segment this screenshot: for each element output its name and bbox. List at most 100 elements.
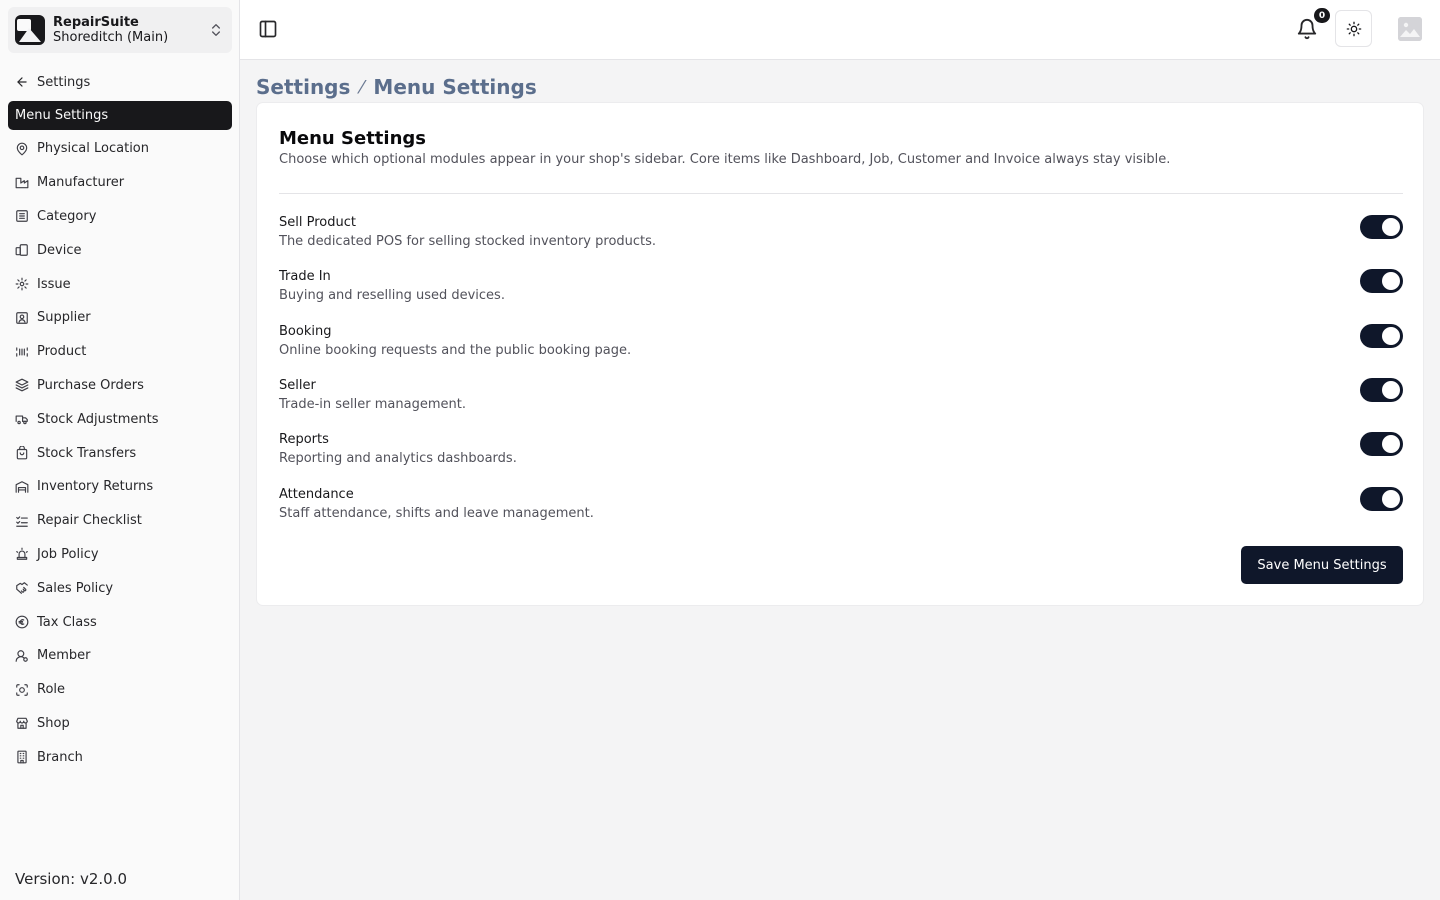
sidebar-item-issue[interactable]: Issue bbox=[8, 267, 232, 301]
sidebar-item-device[interactable]: Device bbox=[8, 233, 232, 267]
option-attendance: Attendance Staff attendance, shifts and … bbox=[279, 487, 1403, 527]
layers-icon bbox=[15, 379, 29, 392]
shop-logo bbox=[15, 15, 45, 45]
back-to-settings-link[interactable]: Settings bbox=[15, 72, 90, 92]
user-avatar[interactable] bbox=[1398, 17, 1422, 41]
sidebar-item-stock-adjustments[interactable]: Stock Adjustments bbox=[8, 402, 232, 436]
option-label: Seller bbox=[279, 378, 316, 393]
option-description: The dedicated POS for selling stocked in… bbox=[279, 234, 657, 249]
card-description: Choose which optional modules appear in … bbox=[279, 152, 1171, 167]
barcode-icon bbox=[16, 347, 28, 357]
menu-settings-card: Menu Settings Choose which optional modu… bbox=[256, 102, 1424, 606]
back-link-label: Settings bbox=[37, 74, 91, 90]
contact-icon bbox=[16, 312, 28, 324]
sidebar-item-label: Branch bbox=[37, 749, 83, 765]
sidebar-item-member[interactable]: Member bbox=[8, 639, 232, 673]
sidebar-item-label: Repair Checklist bbox=[37, 513, 142, 529]
option-sell-product: Sell Product The dedicated POS for selli… bbox=[279, 215, 1403, 255]
save-menu-settings-button[interactable]: Save Menu Settings bbox=[1241, 546, 1403, 584]
app-version: Version: v2.0.0 bbox=[15, 870, 128, 888]
shop-switcher[interactable]: RepairSuite Shoreditch (Main) bbox=[8, 7, 232, 53]
toggle-knob bbox=[1382, 490, 1400, 508]
top-header: 0 bbox=[240, 0, 1440, 60]
device-icon bbox=[15, 244, 28, 257]
option-label: Reports bbox=[279, 432, 329, 447]
sell-product-toggle[interactable] bbox=[1360, 215, 1403, 239]
handshake-icon bbox=[16, 582, 28, 595]
warehouse-icon bbox=[15, 481, 29, 493]
option-seller: Seller Trade-in seller management. bbox=[279, 378, 1403, 418]
card-title: Menu Settings bbox=[279, 128, 426, 149]
sidebar-item-label: Stock Adjustments bbox=[37, 411, 159, 427]
theme-toggle-button[interactable] bbox=[1335, 10, 1372, 47]
sidebar-item-label: Shop bbox=[37, 715, 70, 731]
sidebar-item-label: Job Policy bbox=[37, 546, 99, 562]
sidebar-item-label: Sales Policy bbox=[37, 580, 114, 596]
bag-icon bbox=[16, 446, 28, 460]
option-trade-in: Trade In Buying and reselling used devic… bbox=[279, 269, 1403, 309]
arrow-left-icon bbox=[17, 77, 27, 87]
option-description: Trade-in seller management. bbox=[279, 397, 466, 412]
sidebar: RepairSuite Shoreditch (Main) Settings M… bbox=[0, 0, 240, 900]
sidebar-item-label: Purchase Orders bbox=[37, 377, 144, 393]
sidebar-item-label: Stock Transfers bbox=[37, 445, 137, 461]
sidebar-item-sales-policy[interactable]: Sales Policy bbox=[8, 571, 232, 605]
sidebar-item-branch[interactable]: Branch bbox=[8, 740, 232, 774]
sidebar-item-role[interactable]: Role bbox=[8, 673, 232, 707]
sidebar-item-repair-checklist[interactable]: Repair Checklist bbox=[8, 504, 232, 538]
checklist-icon bbox=[16, 515, 28, 527]
bell-icon[interactable] bbox=[1296, 18, 1318, 40]
option-reports: Reports Reporting and analytics dashboar… bbox=[279, 432, 1403, 472]
attendance-toggle[interactable] bbox=[1360, 487, 1403, 511]
option-label: Trade In bbox=[279, 269, 331, 284]
option-booking: Booking Online booking requests and the … bbox=[279, 324, 1403, 364]
sidebar-item-label: Role bbox=[37, 682, 66, 698]
option-label: Attendance bbox=[279, 487, 354, 502]
sidebar-item-label: Device bbox=[37, 242, 82, 258]
toggle-knob bbox=[1382, 218, 1400, 236]
sidebar-item-inventory-returns[interactable]: Inventory Returns bbox=[8, 470, 232, 504]
factory-icon bbox=[15, 177, 29, 188]
toggle-knob bbox=[1382, 435, 1400, 453]
shop-branch: Shoreditch (Main) bbox=[53, 30, 169, 45]
sidebar-item-tax-class[interactable]: Tax Class bbox=[8, 605, 232, 639]
sidebar-item-label: Category bbox=[37, 208, 97, 224]
euro-icon bbox=[15, 615, 29, 629]
breadcrumb: Settings ⁄ Menu Settings bbox=[256, 75, 537, 99]
toggle-knob bbox=[1382, 272, 1400, 290]
sidebar-item-label: Member bbox=[37, 648, 91, 664]
trade-in-toggle[interactable] bbox=[1360, 269, 1403, 293]
sidebar-item-product[interactable]: Product bbox=[8, 335, 232, 369]
scan-face-icon bbox=[16, 683, 28, 696]
booking-toggle[interactable] bbox=[1360, 324, 1403, 348]
sidebar-item-manufacturer[interactable]: Manufacturer bbox=[8, 166, 232, 200]
option-label: Booking bbox=[279, 324, 332, 339]
building-icon bbox=[17, 750, 27, 764]
sidebar-item-purchase-orders[interactable]: Purchase Orders bbox=[8, 369, 232, 403]
sidebar-item-stock-transfers[interactable]: Stock Transfers bbox=[8, 436, 232, 470]
option-description: Online booking requests and the public b… bbox=[279, 343, 632, 358]
map-pin-icon bbox=[16, 142, 28, 156]
shop-name: RepairSuite bbox=[53, 15, 139, 30]
sidebar-item-label: Product bbox=[37, 344, 87, 360]
sidebar-item-label: Menu Settings bbox=[15, 108, 109, 123]
sidebar-toggle-icon[interactable] bbox=[258, 19, 278, 39]
breadcrumb-current: Menu Settings bbox=[373, 75, 537, 99]
sidebar-item-job-policy[interactable]: Job Policy bbox=[8, 538, 232, 572]
chevrons-up-down-icon bbox=[212, 24, 220, 36]
sidebar-item-physical-location[interactable]: Physical Location bbox=[8, 132, 232, 166]
sidebar-item-menu-settings[interactable]: Menu Settings bbox=[8, 101, 232, 130]
sidebar-item-label: Inventory Returns bbox=[37, 479, 154, 495]
sidebar-nav: Physical Location Manufacturer Category … bbox=[8, 132, 232, 774]
sidebar-item-label: Tax Class bbox=[37, 614, 97, 630]
breadcrumb-settings-link[interactable]: Settings bbox=[256, 75, 350, 99]
sidebar-item-category[interactable]: Category bbox=[8, 200, 232, 234]
sidebar-item-shop[interactable]: Shop bbox=[8, 707, 232, 741]
sidebar-item-label: Physical Location bbox=[37, 141, 149, 157]
sidebar-item-supplier[interactable]: Supplier bbox=[8, 301, 232, 335]
store-icon bbox=[16, 718, 28, 730]
breadcrumb-separator: ⁄ bbox=[360, 76, 364, 98]
seller-toggle[interactable] bbox=[1360, 378, 1403, 402]
reports-toggle[interactable] bbox=[1360, 432, 1403, 456]
notification-badge: 0 bbox=[1314, 8, 1330, 23]
